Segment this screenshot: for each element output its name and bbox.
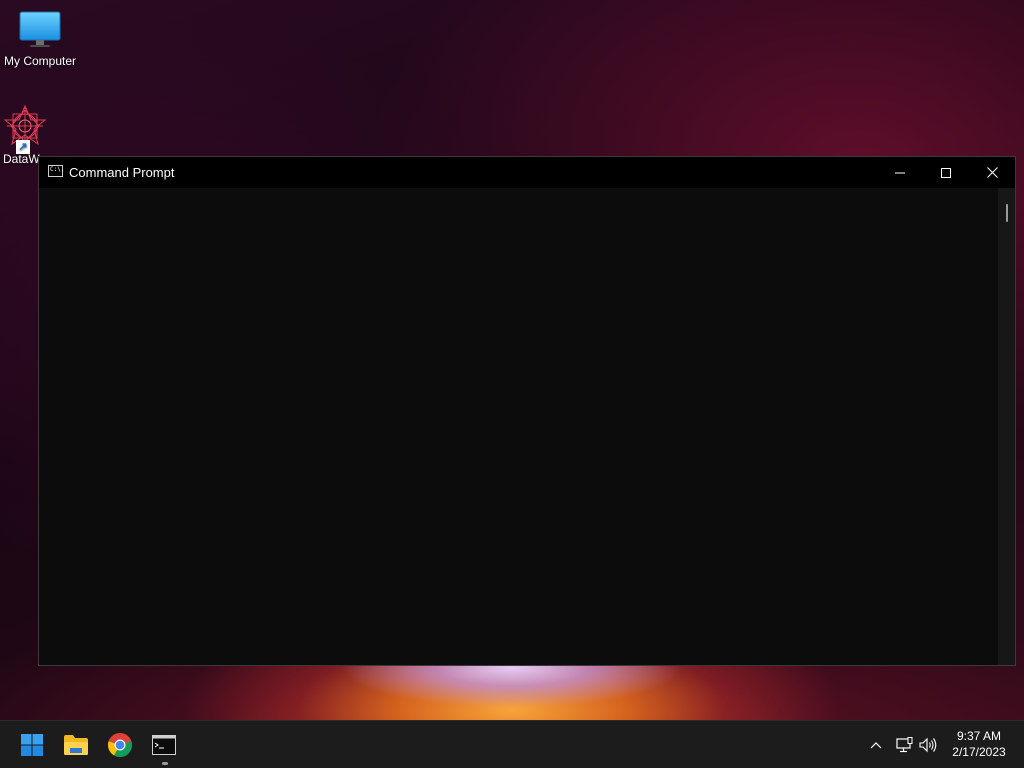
minimize-icon (895, 172, 905, 173)
scrollbar-thumb[interactable] (1006, 204, 1008, 222)
maximize-icon (941, 167, 951, 178)
taskbar-clock[interactable]: 9:37 AM 2/17/2023 (944, 728, 1014, 760)
network-icon (896, 737, 913, 753)
desktop-icon-my-computer[interactable]: My Computer (0, 8, 80, 68)
cmd-icon (152, 735, 176, 755)
minimize-button[interactable] (877, 157, 923, 188)
volume-icon (919, 737, 937, 753)
clock-time: 9:37 AM (956, 729, 1002, 743)
shortcut-arrow-icon: ↗ (16, 140, 30, 154)
datawarrior-icon: ↗ (3, 104, 47, 154)
cmd-icon: C:\. (48, 165, 64, 177)
folder-icon (64, 735, 88, 755)
window-title: Command Prompt (69, 165, 175, 180)
clock-date: 2/17/2023 (952, 745, 1006, 759)
vertical-scrollbar[interactable] (998, 188, 1015, 665)
console-output-area[interactable] (39, 188, 998, 665)
close-icon (986, 167, 998, 178)
monitor-icon (19, 8, 61, 50)
active-app-indicator (162, 762, 168, 765)
file-explorer-button[interactable] (60, 729, 92, 761)
chevron-up-icon (870, 742, 882, 749)
taskbar: 9:37 AM 2/17/2023 (0, 720, 1024, 768)
maximize-button[interactable] (923, 157, 969, 188)
network-button[interactable] (894, 735, 914, 755)
window-titlebar[interactable]: C:\. Command Prompt (39, 157, 1015, 188)
windows-logo-icon (21, 734, 43, 756)
show-hidden-icons-button[interactable] (866, 735, 886, 755)
chrome-icon (108, 733, 132, 757)
desktop-icon-label: My Computer (3, 54, 77, 68)
volume-button[interactable] (918, 735, 938, 755)
close-button[interactable] (969, 157, 1015, 188)
start-button[interactable] (16, 729, 48, 761)
command-prompt-window[interactable]: C:\. Command Prompt (38, 156, 1016, 666)
chrome-button[interactable] (104, 729, 136, 761)
command-prompt-taskbar-button[interactable] (148, 729, 180, 761)
